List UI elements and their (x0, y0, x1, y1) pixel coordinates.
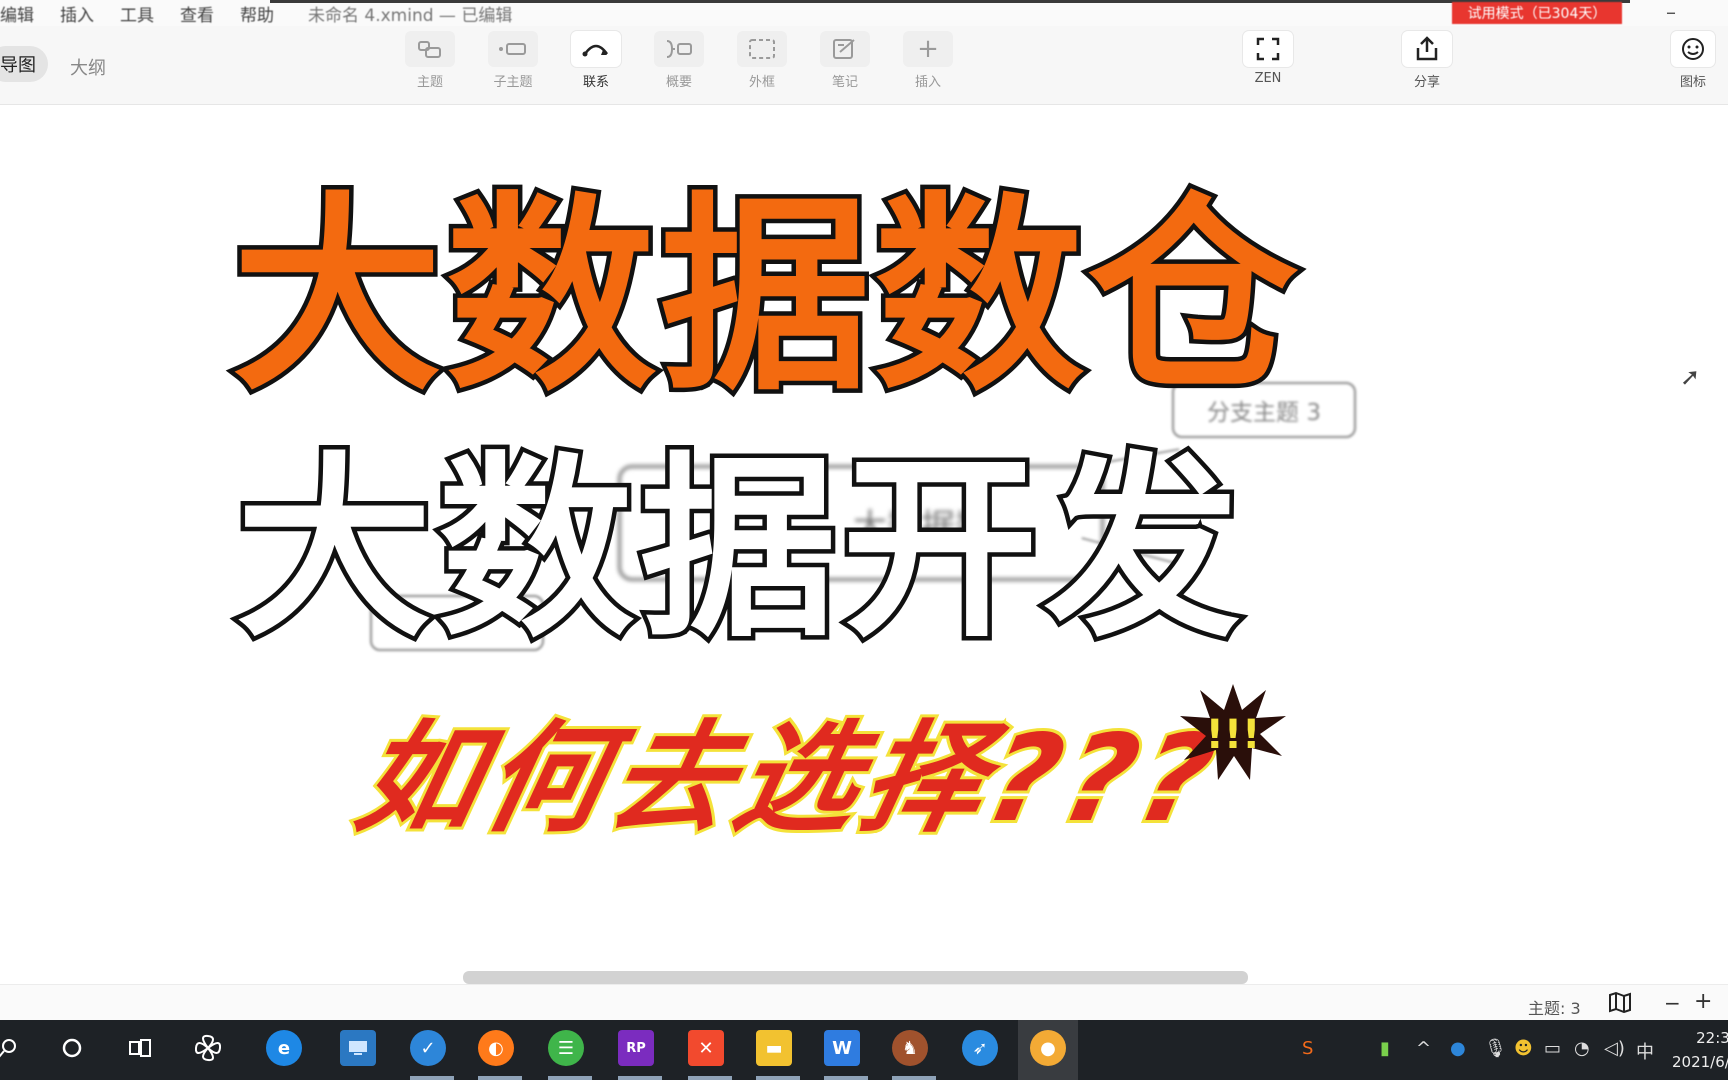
boundary-button[interactable]: 外框 (727, 31, 797, 93)
clock-time: 22:35 (1696, 1029, 1728, 1047)
running-indicator (756, 1076, 800, 1080)
zoom-out-button[interactable]: − (1664, 991, 1681, 1015)
windows-taskbar: e ✓ ◐ ☰ RP ✕ ▬ W ♞ ➶ ● S ▮ ^ ● 🎙 ☻ ▭ ◔ ◁… (0, 1020, 1728, 1080)
summary-label: 概要 (665, 75, 692, 90)
trial-mode-badge[interactable]: 试用模式（已304天） (1452, 2, 1622, 24)
relationship-label: 联系 (582, 75, 609, 90)
minimize-icon[interactable]: – (1666, 0, 1676, 24)
input-mode-icon[interactable]: 中 (1636, 1038, 1654, 1064)
smiley-icon (1671, 31, 1715, 67)
menu-insert[interactable]: 插入 (60, 1, 94, 26)
topic-count: 主题: 3 (1528, 999, 1581, 1018)
zen-label: ZEN (1254, 71, 1282, 86)
note-button[interactable]: 笔记 (810, 31, 880, 93)
ie-browser-icon[interactable]: e (266, 1030, 302, 1066)
topic-label: 主题 (416, 75, 443, 90)
running-indicator (618, 1076, 662, 1080)
insert-button[interactable]: + 插入 (893, 31, 963, 93)
clock-date: 2021/6/2 (1672, 1053, 1728, 1071)
tray-blue-icon[interactable]: ● (1450, 1038, 1466, 1059)
network-icon[interactable]: ◔ (1574, 1038, 1590, 1059)
boundary-icon (737, 31, 787, 67)
subtopic-button[interactable]: 子主题 (478, 31, 548, 93)
running-indicator (548, 1076, 592, 1080)
tray-user-icon[interactable]: ☻ (1514, 1038, 1533, 1059)
menu-help[interactable]: 帮助 (240, 1, 274, 26)
relationship-icon (571, 31, 621, 67)
running-indicator (410, 1076, 454, 1080)
blue-app-icon[interactable]: ✓ (410, 1030, 446, 1066)
green-app-icon[interactable]: ☰ (548, 1030, 584, 1066)
menu-view[interactable]: 查看 (180, 1, 214, 26)
burst-text: !!! (1206, 712, 1261, 758)
task-view-icon[interactable] (122, 1030, 158, 1066)
system-clock[interactable]: 22:35 2021/6/2 (1672, 1026, 1728, 1074)
plus-icon: + (903, 31, 953, 67)
running-indicator (824, 1076, 868, 1080)
microphone-icon[interactable]: 🎙 (1484, 1038, 1507, 1059)
firefox-icon[interactable]: ◐ (478, 1030, 514, 1066)
share-label: 分享 (1413, 75, 1440, 90)
headline-data-warehouse: 大数据数仓 (228, 174, 1303, 419)
subtopic-label: 子主题 (493, 75, 533, 90)
game-app-icon[interactable]: ♞ (892, 1030, 928, 1066)
topic-icon (405, 31, 455, 67)
topic-button[interactable]: 主题 (395, 31, 465, 93)
running-indicator (478, 1076, 522, 1080)
summary-button[interactable]: 概要 (644, 31, 714, 93)
relationship-button[interactable]: 联系 (561, 31, 631, 93)
file-explorer-icon[interactable]: ▬ (756, 1030, 792, 1066)
computer-icon[interactable] (340, 1030, 376, 1066)
menu-edit[interactable]: 编辑 (0, 1, 34, 26)
tray-expand-icon[interactable]: ^ (1416, 1038, 1431, 1059)
fullscreen-icon (1243, 31, 1293, 67)
running-indicator (688, 1076, 732, 1080)
xmind-icon[interactable]: ✕ (688, 1030, 724, 1066)
volume-icon[interactable]: ◁) (1604, 1038, 1625, 1059)
subtopic-icon (488, 31, 538, 67)
search-icon[interactable] (0, 1030, 26, 1066)
pinwheel-app-icon[interactable] (190, 1030, 226, 1066)
battery-app-icon[interactable]: ▮ (1380, 1038, 1390, 1059)
menu-tools[interactable]: 工具 (120, 1, 154, 26)
boundary-label: 外框 (748, 75, 775, 90)
status-bar: 主题: 3 − + (0, 984, 1728, 1021)
headline-big-data-dev: 大数据开发 (232, 436, 1247, 664)
icons-label: 图标 (1679, 75, 1706, 90)
wps-writer-icon[interactable]: W (824, 1030, 860, 1066)
zen-button[interactable]: ZEN (1233, 31, 1303, 93)
insert-label: 插入 (914, 75, 941, 90)
view-mindmap-tab[interactable]: 导图 (0, 46, 48, 82)
cortana-icon[interactable] (54, 1030, 90, 1066)
headline-how-to-choose: 如何去选择??? (342, 707, 1234, 852)
note-label: 笔记 (831, 75, 858, 90)
share-button[interactable]: 分享 (1392, 31, 1462, 93)
exclamation-burst-icon: !!! (1180, 684, 1286, 780)
summary-icon (654, 31, 704, 67)
sogou-ime-icon[interactable]: S (1302, 1038, 1313, 1059)
running-indicator (892, 1076, 936, 1080)
feather-app-icon[interactable]: ➶ (962, 1030, 998, 1066)
note-icon (820, 31, 870, 67)
document-title: 未命名 4.xmind — 已编辑 (308, 5, 513, 26)
toolbar: 导图 大纲 主题 子主题 联系 概要 外框 笔记 + 插入 ZEN 分享 图标 (0, 26, 1728, 105)
active-app-highlight (1018, 1020, 1078, 1080)
map-overview-icon[interactable] (1608, 991, 1632, 1019)
axure-rp-icon[interactable]: RP (618, 1030, 654, 1066)
share-icon (1402, 31, 1452, 67)
icons-panel-button[interactable]: 图标 (1663, 31, 1723, 93)
zoom-in-button[interactable]: + (1694, 989, 1712, 1014)
view-outline-tab[interactable]: 大纲 (70, 54, 106, 80)
menu-bar: 编辑 插入 工具 查看 帮助 未命名 4.xmind — 已编辑 试用模式（已3… (0, 0, 1728, 26)
horizontal-scrollbar[interactable] (463, 971, 1248, 984)
power-icon[interactable]: ▭ (1544, 1038, 1561, 1059)
